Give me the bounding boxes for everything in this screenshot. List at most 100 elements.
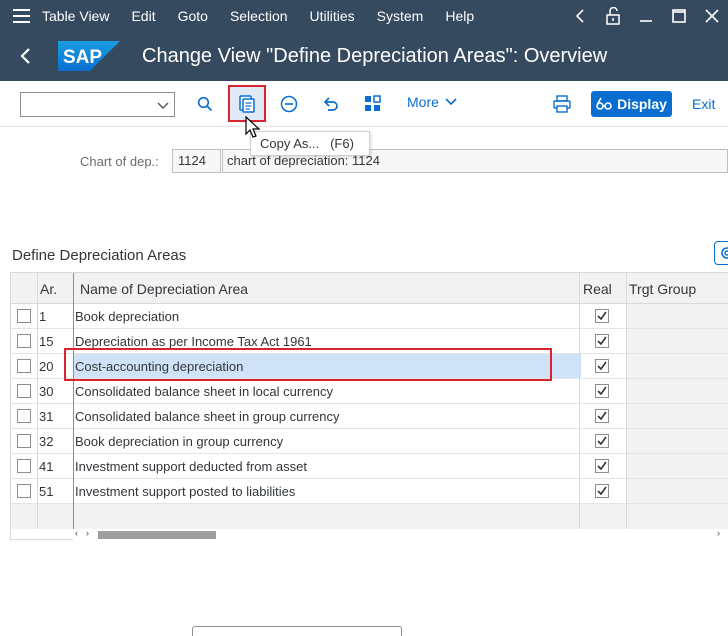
area-number: 51 xyxy=(39,484,54,499)
hamburger-menu-icon[interactable] xyxy=(0,0,42,31)
real-checkbox[interactable] xyxy=(595,309,609,323)
table-row[interactable]: 1 Book depreciation xyxy=(11,304,728,329)
real-checkbox[interactable] xyxy=(595,484,609,498)
empty-table-area xyxy=(11,504,728,529)
copy-icon xyxy=(239,94,255,113)
more-button[interactable]: More xyxy=(407,94,457,110)
area-name[interactable]: Consolidated balance sheet in group curr… xyxy=(75,409,340,424)
chevron-down-icon xyxy=(445,98,457,106)
row-selector-checkbox[interactable] xyxy=(17,434,31,448)
print-icon[interactable] xyxy=(551,93,573,115)
table-row[interactable]: 51 Investment support posted to liabiliti… xyxy=(11,479,728,504)
column-header-real[interactable]: Real xyxy=(583,281,612,297)
area-name[interactable]: Book depreciation xyxy=(75,309,179,324)
scroll-right-icon[interactable]: › xyxy=(86,528,89,538)
scroll-end-icon[interactable]: › xyxy=(717,528,720,538)
row-selector-checkbox[interactable] xyxy=(17,484,31,498)
scrollbar-thumb[interactable] xyxy=(98,531,216,539)
menu-goto[interactable]: Goto xyxy=(178,8,208,24)
real-checkbox[interactable] xyxy=(595,459,609,473)
menu-bar: Table View Edit Goto Selection Utilities… xyxy=(0,0,728,31)
target-group-cell[interactable] xyxy=(626,429,728,453)
target-group-cell[interactable] xyxy=(626,354,728,378)
table-row[interactable]: 32 Book depreciation in group currency xyxy=(11,429,728,454)
area-name[interactable]: Investment support posted to liabilities xyxy=(75,484,295,499)
row-selector-checkbox[interactable] xyxy=(17,359,31,373)
area-name[interactable]: Investment support deducted from asset xyxy=(75,459,307,474)
unlock-icon[interactable] xyxy=(596,0,629,31)
column-header-name[interactable]: Name of Depreciation Area xyxy=(80,281,248,297)
target-group-cell[interactable] xyxy=(626,379,728,403)
area-number: 30 xyxy=(39,384,54,399)
real-checkbox[interactable] xyxy=(595,434,609,448)
command-field[interactable] xyxy=(20,92,175,117)
row-selector-checkbox[interactable] xyxy=(17,459,31,473)
real-checkbox[interactable] xyxy=(595,334,609,348)
find-icon[interactable] xyxy=(194,93,216,115)
svg-text:SAP: SAP xyxy=(63,47,102,68)
target-group-cell[interactable] xyxy=(626,329,728,353)
horizontal-scrollbar[interactable]: ‹ › › xyxy=(73,528,728,540)
real-checkbox[interactable] xyxy=(595,384,609,398)
scroll-left-icon[interactable]: ‹ xyxy=(75,528,78,538)
window-controls xyxy=(563,0,728,31)
table-title: Define Depreciation Areas xyxy=(12,247,187,264)
row-selector-checkbox[interactable] xyxy=(17,309,31,323)
title-bar: SAP Change View "Define Depreciation Are… xyxy=(0,31,728,81)
chart-of-dep-field: 1124 xyxy=(172,149,221,173)
menu-edit[interactable]: Edit xyxy=(131,8,155,24)
display-glasses-icon xyxy=(596,97,612,110)
more-label: More xyxy=(407,94,439,110)
toolbar: More Display Exit xyxy=(0,81,728,127)
real-checkbox[interactable] xyxy=(595,409,609,423)
mouse-cursor-icon xyxy=(244,115,262,145)
area-name[interactable]: Depreciation as per Income Tax Act 1961 xyxy=(75,334,312,349)
undo-icon[interactable] xyxy=(320,93,342,115)
menu-help[interactable]: Help xyxy=(445,8,474,24)
menu-system[interactable]: System xyxy=(377,8,424,24)
row-selector-checkbox[interactable] xyxy=(17,334,31,348)
target-group-cell[interactable] xyxy=(626,304,728,328)
menu-selection[interactable]: Selection xyxy=(230,8,288,24)
target-group-cell[interactable] xyxy=(626,454,728,478)
menu-items: Table View Edit Goto Selection Utilities… xyxy=(42,8,496,24)
column-header-target-group[interactable]: Trgt Group xyxy=(629,281,696,297)
area-number: 15 xyxy=(39,334,54,349)
area-name[interactable]: Consolidated balance sheet in local curr… xyxy=(75,384,333,399)
table-settings-gear-icon[interactable] xyxy=(714,241,728,265)
depreciation-areas-table: Ar. Name of Depreciation Area Real Trgt … xyxy=(10,272,728,540)
back-icon[interactable] xyxy=(0,31,50,81)
bottom-panel-edge xyxy=(192,626,402,636)
maximize-icon[interactable] xyxy=(662,0,695,31)
page-title: Change View "Define Depreciation Areas":… xyxy=(142,44,608,67)
minimize-icon[interactable] xyxy=(629,0,662,31)
chevron-down-icon[interactable] xyxy=(157,98,169,116)
table-header: Ar. Name of Depreciation Area Real Trgt … xyxy=(11,273,728,304)
column-header-ar[interactable]: Ar. xyxy=(40,281,57,297)
menu-utilities[interactable]: Utilities xyxy=(310,8,355,24)
close-icon[interactable] xyxy=(695,0,728,31)
highlighted-row-annotation xyxy=(64,348,552,381)
area-number: 41 xyxy=(39,459,54,474)
table-row[interactable]: 30 Consolidated balance sheet in local cu… xyxy=(11,379,728,404)
collapse-left-icon[interactable] xyxy=(563,0,596,31)
display-label: Display xyxy=(617,96,667,112)
sap-logo: SAP xyxy=(58,41,120,71)
real-checkbox[interactable] xyxy=(595,359,609,373)
table-row[interactable]: 31 Consolidated balance sheet in group cu… xyxy=(11,404,728,429)
exit-button[interactable]: Exit xyxy=(692,96,715,112)
select-all-icon[interactable] xyxy=(362,93,384,115)
area-number: 32 xyxy=(39,434,54,449)
copy-as-tooltip: Copy As... (F6) xyxy=(250,131,370,156)
target-group-cell[interactable] xyxy=(626,479,728,503)
delete-icon[interactable] xyxy=(278,93,300,115)
display-button[interactable]: Display xyxy=(591,91,672,117)
row-selector-checkbox[interactable] xyxy=(17,409,31,423)
area-number: 1 xyxy=(39,309,47,324)
area-number: 31 xyxy=(39,409,54,424)
target-group-cell[interactable] xyxy=(626,404,728,428)
area-name[interactable]: Book depreciation in group currency xyxy=(75,434,283,449)
row-selector-checkbox[interactable] xyxy=(17,384,31,398)
menu-table-view[interactable]: Table View xyxy=(42,8,109,24)
table-row[interactable]: 41 Investment support deducted from asset xyxy=(11,454,728,479)
